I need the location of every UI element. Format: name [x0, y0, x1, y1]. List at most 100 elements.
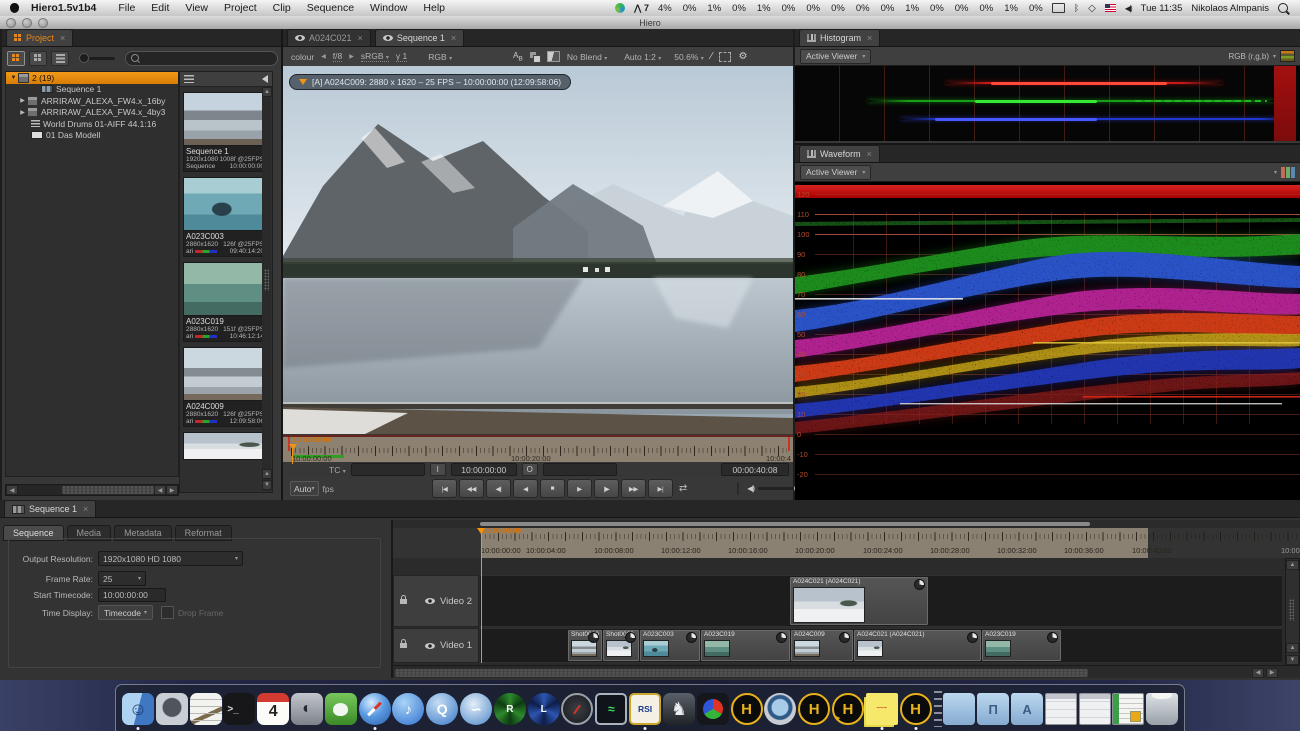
scrollbar-thumb[interactable]	[395, 669, 1088, 677]
dock-icon-blue-globe[interactable]: ∽	[459, 687, 493, 731]
lock-icon[interactable]	[400, 599, 407, 604]
transport-button[interactable]: ▶▶	[621, 479, 646, 498]
rgb-parade-icon[interactable]	[1281, 167, 1295, 178]
track-header-video1[interactable]: Video 1	[393, 628, 479, 663]
channel-stack-icon[interactable]	[1280, 50, 1295, 62]
proxy-dropdown[interactable]: Auto 1:2 ▾	[624, 52, 661, 62]
dock-icon-folder-applications[interactable]: A	[1010, 687, 1044, 731]
transport-button[interactable]: ◀◀	[459, 479, 484, 498]
scroll-left-icon[interactable]: ◀	[6, 485, 18, 495]
transport-button[interactable]: ◀	[513, 479, 538, 498]
track-header-video2[interactable]: Video 2	[393, 575, 479, 627]
colorspace-dropdown[interactable]: sRGB ▾	[361, 51, 389, 62]
menubar-menu[interactable]: Sequence	[307, 2, 354, 14]
bin-clip-item-partial[interactable]	[183, 432, 269, 460]
blend-mode-dropdown[interactable]: No Blend ▾	[567, 52, 607, 62]
tree-row[interactable]: ▶ ARRIRAW_ALEXA_FW4.x_4by3	[6, 107, 178, 119]
bin-clip-item[interactable]: A023C019 2880x1620151f @25FPS ari 10:46:…	[183, 262, 269, 342]
timeline-clip[interactable]: A023C019	[982, 630, 1061, 661]
tree-row[interactable]: ▶ ARRIRAW_ALEXA_FW4.x_16by	[6, 95, 178, 107]
tab-histogram[interactable]: Histogram×	[799, 29, 880, 46]
lock-icon[interactable]	[400, 643, 407, 648]
dock-icon-textedit[interactable]	[189, 687, 223, 731]
dock-icon-finder-window-2[interactable]	[1078, 687, 1112, 731]
timeline-clip[interactable]: Shot0010	[568, 630, 602, 661]
dock-icon-photo-booth[interactable]: ◐	[290, 687, 324, 731]
tab-sequence-1[interactable]: Sequence 1×	[4, 500, 96, 517]
dock-icon-hiero-1[interactable]: H	[730, 687, 764, 731]
clip-thumbnail[interactable]	[183, 177, 269, 231]
close-icon[interactable]: ×	[451, 33, 456, 43]
menubar-menu[interactable]: File	[118, 2, 135, 14]
time-display-button[interactable]: Timecode▾	[98, 605, 153, 620]
scrollbar-grip[interactable]	[264, 269, 269, 291]
track-visibility-icon[interactable]	[425, 598, 435, 604]
channels-dropdown[interactable]: RGB ▾	[428, 52, 452, 62]
scroll-left-icon[interactable]: ◀	[1252, 668, 1264, 678]
tab-waveform[interactable]: Waveform×	[799, 145, 880, 162]
tree-expander-icon[interactable]: ▶	[18, 97, 27, 104]
dock-icon-gauge[interactable]	[561, 687, 595, 731]
dock-icon-system-window[interactable]	[1112, 687, 1146, 731]
dock-icon-rsi-guard[interactable]: RSI	[628, 687, 662, 731]
bin-clip-item[interactable]: Sequence 1 1920x10801008f @25FPS Sequenc…	[183, 92, 269, 172]
timeline-vertical-scrollbar[interactable]: ▲ ▲ ▼	[1285, 558, 1300, 667]
track-lane-video1[interactable]: Shot0010 Shot0020 A023C003	[480, 628, 1282, 663]
dock-icon-hiero-3[interactable]: H	[899, 687, 933, 731]
dock-icon-calendar[interactable]: 4	[256, 687, 290, 731]
track-lane-video2[interactable]: A024C021 (A024C021)	[480, 575, 1282, 627]
tab-project[interactable]: Project×	[6, 29, 73, 46]
dock-icon-safari[interactable]	[358, 687, 392, 731]
dock-icon-evernote[interactable]	[324, 687, 358, 731]
project-bin-tree[interactable]: ▼ 2 (19) Sequence 1 ▶ ARRIRAW_ALEXA_FW4.…	[5, 71, 179, 477]
tree-row[interactable]: Sequence 1	[6, 84, 178, 96]
volume-menu-icon[interactable]: ◀)	[1125, 4, 1132, 13]
gear-icon[interactable]: ⚙	[738, 51, 747, 62]
set-out-button[interactable]: O	[522, 463, 538, 476]
close-icon[interactable]: ×	[83, 504, 88, 514]
fstop-increment-icon[interactable]: ▶	[349, 53, 354, 60]
current-timecode-field[interactable]: 10:00:00:00	[451, 463, 517, 476]
scroll-up-icon[interactable]: ▲	[1286, 560, 1299, 570]
fstop-decrement-icon[interactable]: ◀	[321, 53, 326, 60]
viewer-tab-clip[interactable]: A024C021×	[287, 29, 371, 46]
waveform-mode-dropdown[interactable]: ▾	[1274, 169, 1277, 176]
clip-fx-icon[interactable]	[776, 632, 787, 643]
dock-icon-finder[interactable]: ☺	[121, 687, 155, 731]
menubar-clock[interactable]: Tue 11:35	[1141, 3, 1183, 14]
clip-fx-icon[interactable]	[588, 632, 599, 643]
viewer-image[interactable]	[283, 66, 793, 434]
viewer-tab-sequence[interactable]: Sequence 1×	[375, 29, 464, 46]
dock-icon-pinwheel-r[interactable]: R	[493, 687, 527, 731]
close-icon[interactable]: ×	[60, 33, 65, 43]
small-grid-view-button[interactable]	[29, 51, 47, 66]
dock-icon-pinwheel-l[interactable]: L	[527, 687, 561, 731]
wipe-mode-icon[interactable]	[547, 51, 560, 62]
menubar-user[interactable]: Nikolaos Almpanis	[1191, 3, 1269, 14]
tree-expander-icon[interactable]: ▶	[18, 109, 27, 116]
dock-icon-resolve[interactable]	[696, 687, 730, 731]
scroll-left-icon[interactable]: ◀	[154, 485, 166, 495]
histogram-mode-dropdown[interactable]: RGB (r,g,b)	[1229, 52, 1269, 61]
clip-thumbnail[interactable]	[183, 92, 269, 146]
timeline-clip[interactable]: A024C021 (A024C021)	[854, 630, 981, 661]
close-icon[interactable]: ×	[867, 33, 872, 43]
clip-fx-icon[interactable]	[967, 632, 978, 643]
scroll-right-icon[interactable]: ▶	[1266, 668, 1278, 678]
dock-icon-quicktime[interactable]: Q	[425, 687, 459, 731]
project-search-input[interactable]	[125, 51, 278, 66]
drop-frame-checkbox[interactable]	[161, 606, 174, 619]
timeline-clip[interactable]: A023C019	[701, 630, 790, 661]
gamma-value[interactable]: γ 1	[396, 51, 407, 62]
clip-fx-icon[interactable]	[686, 632, 697, 643]
tree-expander-icon[interactable]: ▼	[9, 75, 18, 81]
list-view-button[interactable]	[51, 51, 69, 66]
viewer-info-overlay[interactable]: [A] A024C009: 2880 x 1620 – 25 FPS – 10:…	[289, 74, 571, 90]
viewer-scrub-bar[interactable]: 10:00:00:00 10:00:00:00 10:00:20:00 10:0…	[283, 435, 793, 464]
guides-overlay-icon[interactable]	[719, 52, 731, 62]
displays-menu-icon[interactable]	[1052, 3, 1065, 13]
scroll-down-icon[interactable]: ▼	[262, 480, 272, 490]
scroll-up-icon[interactable]: ▲	[262, 87, 272, 97]
close-icon[interactable]: ×	[358, 33, 363, 43]
timeline-clip[interactable]: Shot0020	[603, 630, 639, 661]
